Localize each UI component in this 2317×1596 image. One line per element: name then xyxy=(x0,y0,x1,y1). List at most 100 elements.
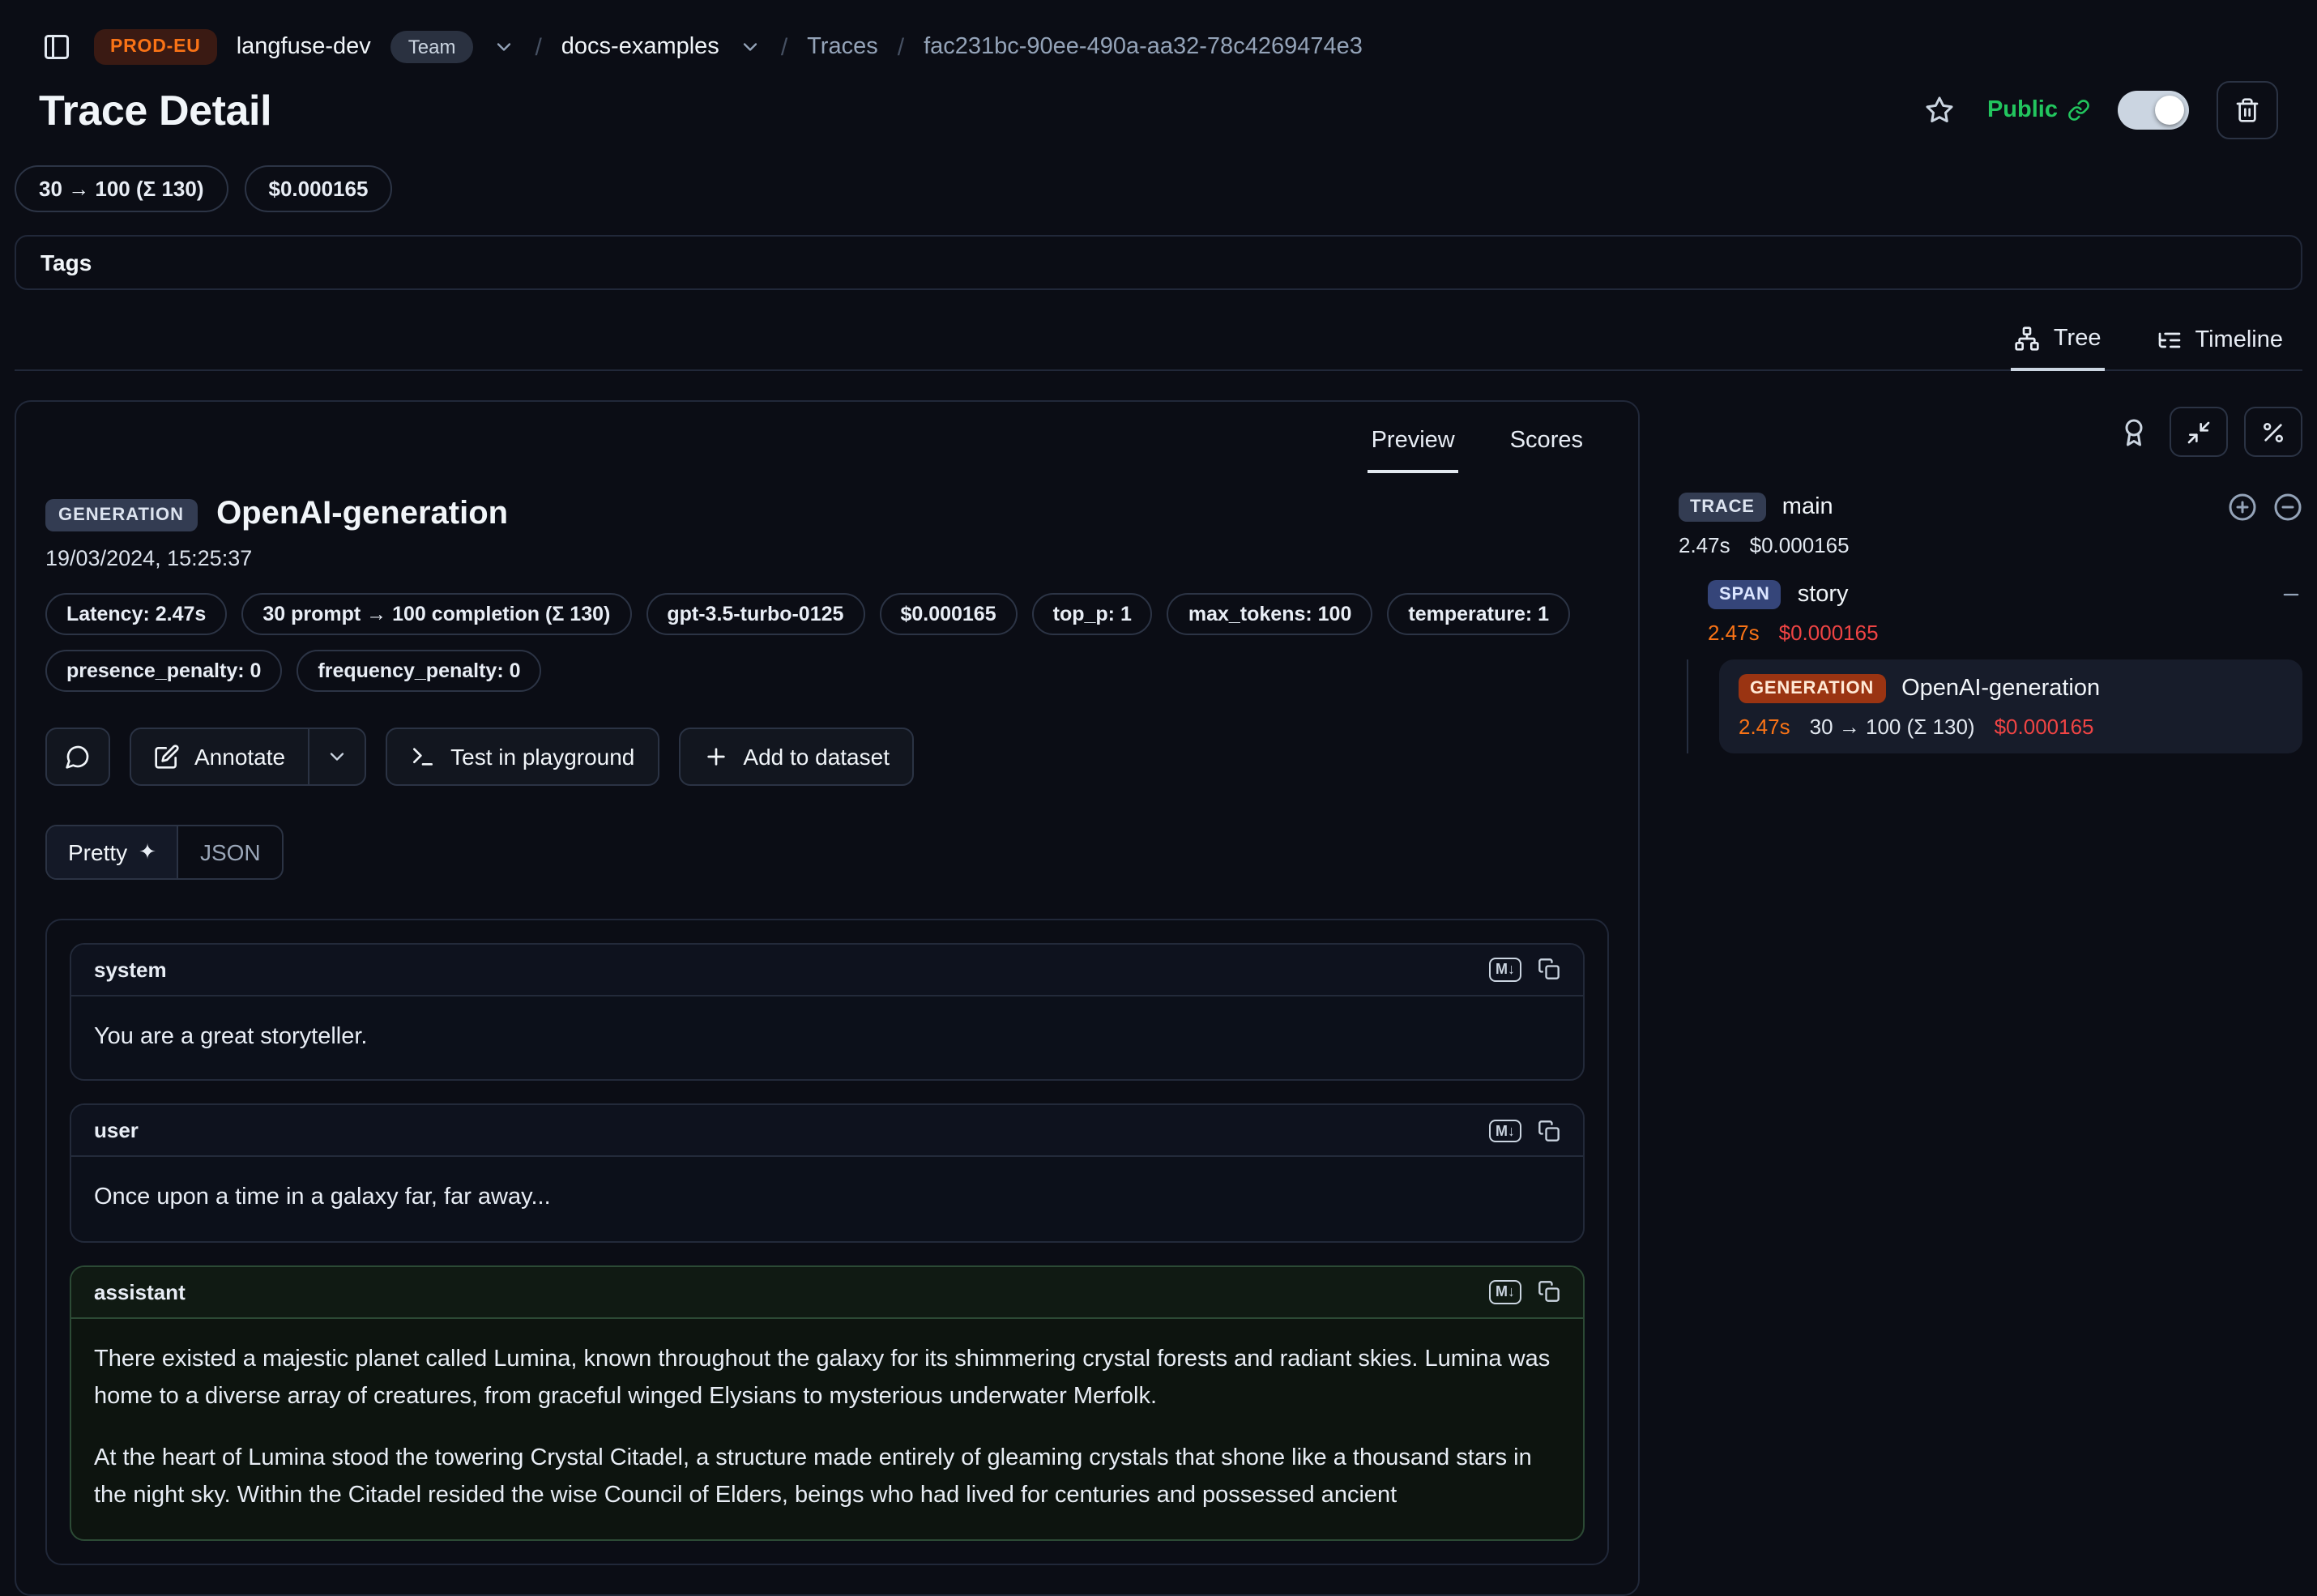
markdown-toggle-icon[interactable]: M↓ xyxy=(1489,1119,1521,1143)
breadcrumb-project[interactable]: docs-examples xyxy=(561,34,719,60)
minimize-icon xyxy=(2186,419,2212,445)
tree-node-span[interactable]: SPAN story xyxy=(1708,580,2302,609)
span-name: story xyxy=(1798,582,1849,608)
org-switcher-button[interactable] xyxy=(493,36,515,58)
plus-circle-icon xyxy=(2228,493,2257,522)
plus-icon xyxy=(702,744,728,770)
annotate-button[interactable]: Annotate xyxy=(131,729,308,784)
link-icon xyxy=(2067,99,2090,122)
top-p-pill: top_p: 1 xyxy=(1032,593,1153,635)
chevron-down-icon xyxy=(326,745,348,768)
markdown-toggle-icon[interactable]: M↓ xyxy=(1489,958,1521,982)
model-pill: gpt-3.5-turbo-0125 xyxy=(646,593,864,635)
trace-metrics: 2.47s $0.000165 xyxy=(1679,533,2302,557)
metrics-toggle-button[interactable] xyxy=(2244,407,2302,457)
breadcrumb: PROD-EU langfuse-dev Team / docs-example… xyxy=(15,0,2302,65)
tags-box[interactable]: Tags xyxy=(15,235,2302,290)
token-usage-pill: 30 prompt → 100 completion (Σ 130) xyxy=(241,593,631,635)
message-list: system M↓ You are a great storyteller. xyxy=(45,919,1609,1565)
edit-icon xyxy=(154,744,180,770)
trace-cost-pill: $0.000165 xyxy=(245,165,393,212)
annotations-button[interactable] xyxy=(2114,412,2153,451)
generation-metrics: 2.47s 30 → 100 (Σ 130) $0.000165 xyxy=(1739,715,2283,739)
cost-pill: $0.000165 xyxy=(879,593,1017,635)
project-switcher-button[interactable] xyxy=(739,36,762,58)
tab-timeline[interactable]: Timeline xyxy=(2153,316,2286,369)
format-json-tab[interactable]: JSON xyxy=(179,826,282,878)
annotate-dropdown-button[interactable] xyxy=(308,729,365,784)
collapse-panel-button[interactable] xyxy=(2170,407,2228,457)
annotate-label: Annotate xyxy=(194,744,285,770)
message-header: user M↓ xyxy=(71,1106,1583,1158)
tab-scores[interactable]: Scores xyxy=(1507,421,1586,473)
span-badge: SPAN xyxy=(1708,580,1781,609)
view-switcher: Tree Timeline xyxy=(15,316,2302,371)
terminal-icon xyxy=(410,744,436,770)
comment-icon xyxy=(65,744,91,770)
bookmark-trace-button[interactable] xyxy=(1921,91,1960,130)
generation-name: OpenAI-generation xyxy=(1901,676,2100,702)
comment-button[interactable] xyxy=(45,728,110,786)
tree-node-generation-selected[interactable]: GENERATION OpenAI-generation 2.47s 30 → … xyxy=(1719,659,2302,753)
trace-detail-page: PROD-EU langfuse-dev Team / docs-example… xyxy=(0,0,2317,1528)
tab-preview[interactable]: Preview xyxy=(1368,421,1458,473)
public-toggle[interactable] xyxy=(2118,91,2189,130)
trace-latency: 2.47s xyxy=(1679,533,1730,557)
latency-pill: Latency: 2.47s xyxy=(45,593,227,635)
observation-preview-card: Preview Scores GENERATION OpenAI-generat… xyxy=(15,400,1640,1596)
expand-all-button[interactable] xyxy=(2228,493,2257,522)
tab-tree[interactable]: Tree xyxy=(2012,316,2105,371)
format-pretty-tab[interactable]: Pretty ✦ xyxy=(47,826,179,878)
observation-actions: Annotate Test in playground xyxy=(45,728,1609,786)
breadcrumb-organization[interactable]: langfuse-dev xyxy=(237,34,371,60)
trace-tree-panel: TRACE main 2.47s xyxy=(1679,400,2302,753)
generation-badge: GENERATION xyxy=(1739,674,1885,703)
minus-circle-icon xyxy=(2273,493,2302,522)
message-user: user M↓ Once upon a time in a galaxy far… xyxy=(70,1104,1585,1243)
tags-label: Tags xyxy=(41,250,92,275)
trace-children: SPAN story 2.47s $0.000165 xyxy=(1687,580,2302,753)
collapse-node-button[interactable] xyxy=(2280,583,2302,606)
copy-button[interactable] xyxy=(1538,958,1560,981)
delete-trace-button[interactable] xyxy=(2217,81,2278,139)
trace-token-usage-pill: 30 → 100 (Σ 130) xyxy=(15,165,228,212)
tab-tree-label: Tree xyxy=(2054,326,2102,352)
message-role-label: system xyxy=(94,958,167,982)
copy-button[interactable] xyxy=(1538,1281,1560,1304)
max-tokens-pill: max_tokens: 100 xyxy=(1167,593,1373,635)
star-icon xyxy=(1926,96,1955,125)
message-assistant: assistant M↓ There existed a majestic pl… xyxy=(70,1265,1585,1541)
observation-metadata-row: Latency: 2.47s 30 prompt → 100 completio… xyxy=(45,593,1609,635)
breadcrumb-separator: / xyxy=(535,33,541,61)
copy-button[interactable] xyxy=(1538,1120,1560,1142)
breadcrumb-trace-id: fac231bc-90ee-490a-aa32-78c4269474e3 xyxy=(924,34,1363,60)
chevron-down-icon xyxy=(493,36,515,58)
public-share-link[interactable]: Public xyxy=(1987,97,2090,123)
assistant-paragraph: At the heart of Lumina stood the towerin… xyxy=(94,1440,1560,1517)
copy-icon xyxy=(1538,1281,1560,1304)
message-content: Once upon a time in a galaxy far, far aw… xyxy=(71,1158,1583,1241)
page-title: Trace Detail xyxy=(39,85,271,135)
tree-node-trace[interactable]: TRACE main xyxy=(1679,493,2302,522)
test-in-playground-button[interactable]: Test in playground xyxy=(386,728,659,786)
annotate-split-button: Annotate xyxy=(130,728,366,786)
copy-icon xyxy=(1538,1120,1560,1142)
message-header: system M↓ xyxy=(71,945,1583,996)
observation-metadata-row-2: presence_penalty: 0 frequency_penalty: 0 xyxy=(45,650,1609,692)
environment-badge[interactable]: PROD-EU xyxy=(94,29,217,65)
markdown-toggle-icon[interactable]: M↓ xyxy=(1489,1280,1521,1304)
page-header: Trace Detail Public xyxy=(15,65,2302,139)
message-header: assistant M↓ xyxy=(71,1267,1583,1319)
trace-summary: 30 → 100 (Σ 130) $0.000165 xyxy=(15,165,2302,212)
add-to-dataset-button[interactable]: Add to dataset xyxy=(678,728,914,786)
frequency-penalty-pill: frequency_penalty: 0 xyxy=(297,650,541,692)
observation-type-badge: GENERATION xyxy=(45,498,197,531)
presence-penalty-pill: presence_penalty: 0 xyxy=(45,650,282,692)
trace-tree: TRACE main 2.47s xyxy=(1679,493,2302,753)
trace-cost: $0.000165 xyxy=(1750,533,1850,557)
award-icon xyxy=(2119,417,2148,446)
message-tools: M↓ xyxy=(1489,958,1560,982)
sidebar-toggle-button[interactable] xyxy=(39,29,75,65)
breadcrumb-traces-link[interactable]: Traces xyxy=(807,34,878,60)
collapse-all-button[interactable] xyxy=(2273,493,2302,522)
